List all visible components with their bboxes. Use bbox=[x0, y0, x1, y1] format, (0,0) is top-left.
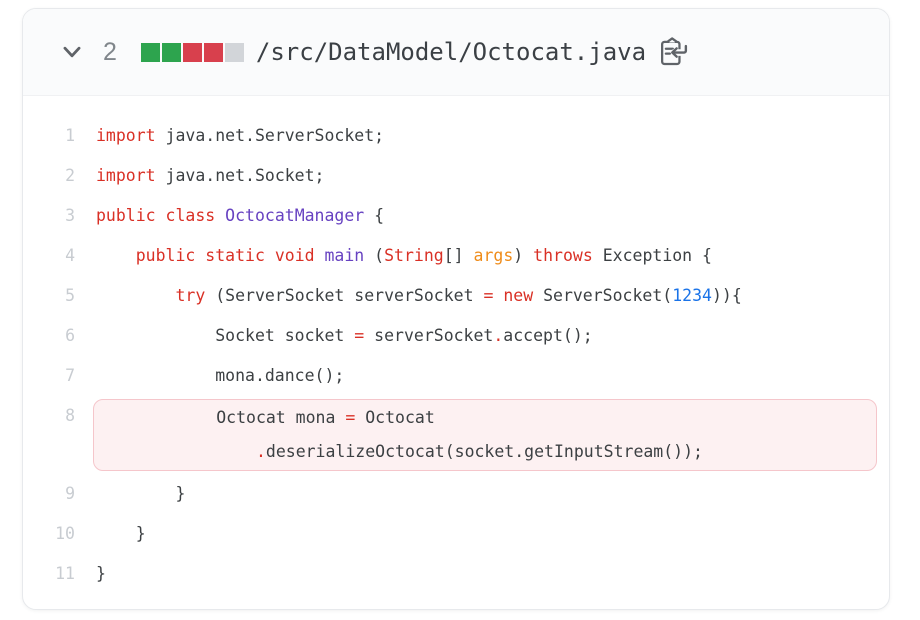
code-text: Socket socket = serverSocket.accept(); bbox=[75, 316, 593, 356]
code-token bbox=[215, 206, 225, 225]
code-token: java.net.ServerSocket; bbox=[156, 126, 384, 145]
code-token: main bbox=[325, 246, 365, 265]
code-line: 6 Socket socket = serverSocket.accept(); bbox=[23, 316, 889, 356]
code-text: .deserializeOctocat(socket.getInputStrea… bbox=[97, 435, 876, 469]
diff-block-red bbox=[183, 43, 202, 62]
code-token: ) bbox=[513, 246, 533, 265]
code-text: } bbox=[75, 554, 106, 594]
code-text: } bbox=[75, 514, 146, 554]
code-line: 3public class OctocatManager { bbox=[23, 196, 889, 236]
code-token: throws bbox=[533, 246, 593, 265]
clipboard-paste-icon[interactable] bbox=[656, 36, 688, 68]
line-number: 11 bbox=[23, 554, 75, 594]
code-text: mona.dance(); bbox=[75, 356, 344, 396]
code-token: ( bbox=[364, 246, 384, 265]
code-block: 1import java.net.ServerSocket;2import ja… bbox=[23, 96, 889, 604]
code-line-highlighted: 8 Octocat mona = Octocat .deserializeOct… bbox=[23, 396, 889, 474]
chevron-down-icon[interactable] bbox=[59, 39, 85, 65]
code-line: 4 public static void main (String[] args… bbox=[23, 236, 889, 276]
code-line: 11} bbox=[23, 554, 889, 594]
code-line: 2import java.net.Socket; bbox=[23, 156, 889, 196]
line-number: 1 bbox=[23, 116, 75, 156]
code-token: )){ bbox=[712, 286, 742, 305]
code-token: . bbox=[493, 326, 503, 345]
code-token: { bbox=[364, 206, 384, 225]
code-token: [] bbox=[444, 246, 474, 265]
code-token: . bbox=[256, 442, 266, 461]
line-number: 10 bbox=[23, 514, 75, 554]
code-token: deserializeOctocat(socket.getInputStream… bbox=[266, 442, 703, 461]
code-line: 7 mona.dance(); bbox=[23, 356, 889, 396]
code-text: import java.net.ServerSocket; bbox=[75, 116, 384, 156]
diff-block-red bbox=[204, 43, 223, 62]
code-token: Socket socket bbox=[96, 326, 354, 345]
code-line: 5 try (ServerSocket serverSocket = new S… bbox=[23, 276, 889, 316]
diff-block-green bbox=[162, 43, 181, 62]
code-token: Exception { bbox=[593, 246, 712, 265]
code-token: Octocat mona bbox=[97, 408, 345, 427]
code-text: public class OctocatManager { bbox=[75, 196, 384, 236]
code-token: 1234 bbox=[672, 286, 712, 305]
code-token: import bbox=[96, 166, 156, 185]
file-path: /src/DataModel/Octocat.java bbox=[256, 38, 646, 66]
line-number: 4 bbox=[23, 236, 75, 276]
code-token: public class bbox=[96, 206, 215, 225]
code-token: mona.dance(); bbox=[96, 366, 344, 385]
diff-block-gray bbox=[225, 43, 244, 62]
line-number: 6 bbox=[23, 316, 75, 356]
diff-block-green bbox=[141, 43, 160, 62]
code-token: String bbox=[384, 246, 444, 265]
code-token: serverSocket bbox=[364, 326, 493, 345]
code-token: } bbox=[96, 524, 146, 543]
code-token bbox=[493, 286, 503, 305]
error-highlight-box: Octocat mona = Octocat .deserializeOctoc… bbox=[93, 399, 877, 471]
code-token: try bbox=[175, 286, 205, 305]
code-token bbox=[96, 286, 175, 305]
file-diff-card: 2 /src/DataModel/Octocat.java 1import ja… bbox=[22, 8, 890, 610]
change-count: 2 bbox=[103, 38, 117, 67]
code-token: Octocat bbox=[355, 408, 434, 427]
line-number: 3 bbox=[23, 196, 75, 236]
code-text: Octocat mona = Octocat bbox=[97, 401, 876, 435]
line-number: 2 bbox=[23, 156, 75, 196]
line-number: 8 bbox=[23, 396, 75, 436]
code-token bbox=[96, 246, 136, 265]
code-token: public static void bbox=[136, 246, 315, 265]
diff-stat-blocks bbox=[141, 43, 246, 62]
code-line: 1import java.net.ServerSocket; bbox=[23, 116, 889, 156]
line-number: 9 bbox=[23, 474, 75, 514]
code-token bbox=[97, 442, 256, 461]
line-number: 7 bbox=[23, 356, 75, 396]
code-line: 9 } bbox=[23, 474, 889, 514]
code-token: accept(); bbox=[503, 326, 592, 345]
code-token: = bbox=[345, 408, 355, 427]
code-token: new bbox=[503, 286, 533, 305]
code-token: = bbox=[483, 286, 493, 305]
code-token: (ServerSocket serverSocket bbox=[205, 286, 483, 305]
file-header: 2 /src/DataModel/Octocat.java bbox=[23, 9, 889, 96]
code-token bbox=[315, 246, 325, 265]
code-text: } bbox=[75, 474, 185, 514]
code-token: ServerSocket( bbox=[533, 286, 672, 305]
code-token: = bbox=[354, 326, 364, 345]
code-line: 10 } bbox=[23, 514, 889, 554]
code-token: import bbox=[96, 126, 156, 145]
code-text: public static void main (String[] args) … bbox=[75, 236, 712, 276]
code-text: import java.net.Socket; bbox=[75, 156, 325, 196]
code-token: } bbox=[96, 484, 185, 503]
code-text: try (ServerSocket serverSocket = new Ser… bbox=[75, 276, 742, 316]
code-token: args bbox=[474, 246, 514, 265]
code-token: OctocatManager bbox=[225, 206, 364, 225]
code-token: } bbox=[96, 564, 106, 583]
code-token: java.net.Socket; bbox=[156, 166, 325, 185]
line-number: 5 bbox=[23, 276, 75, 316]
